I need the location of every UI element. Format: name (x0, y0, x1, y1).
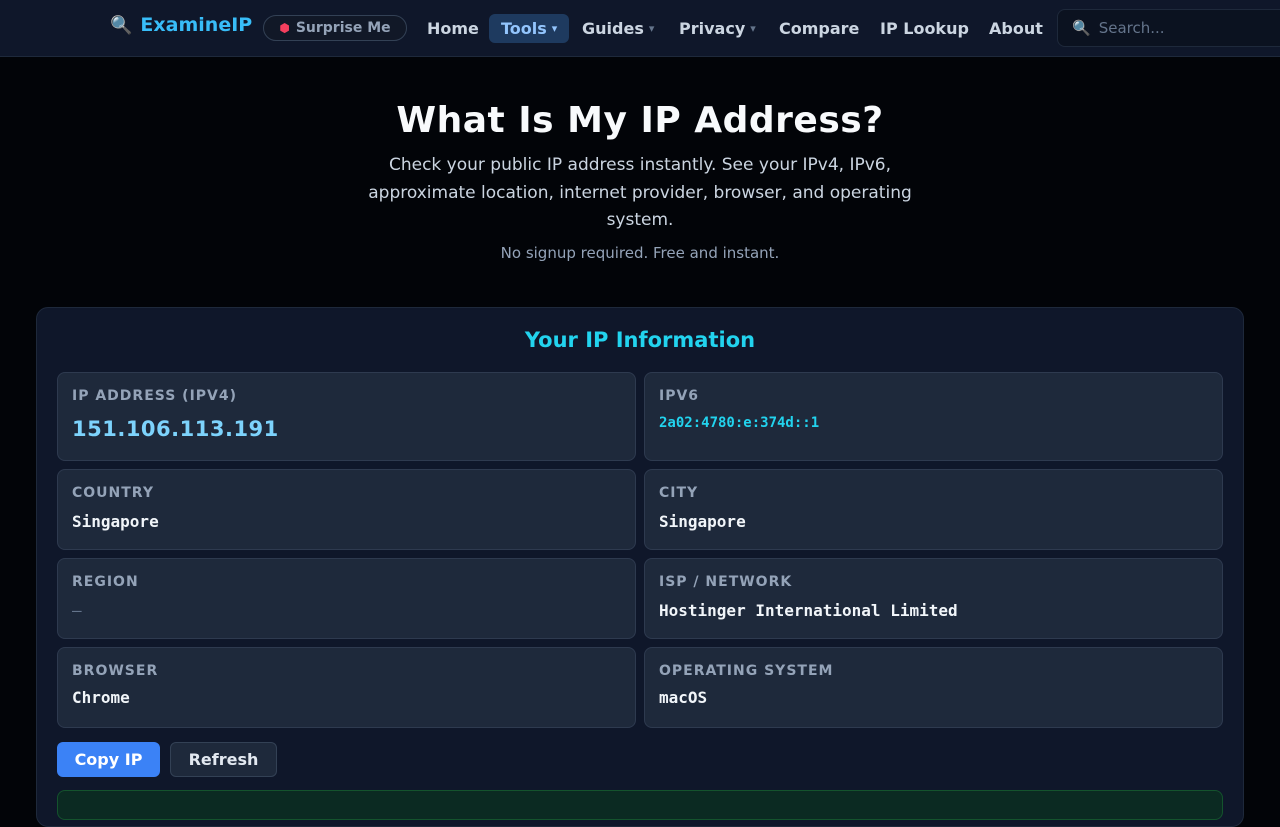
nav-compare-label: Compare (779, 19, 860, 38)
field-label: CITY (659, 485, 699, 501)
search-input[interactable] (1096, 18, 1277, 38)
page-subtitle: Check your public IP address instantly. … (368, 155, 912, 230)
region-tile: REGION — (57, 558, 636, 639)
refresh-button[interactable]: Refresh (170, 742, 277, 777)
search-icon: 🔍 (1072, 19, 1091, 37)
region-value: — (72, 601, 82, 620)
ipv6-value[interactable]: 2a02:4780:e:374d::1 (659, 415, 819, 431)
ipv4-tile: IP ADDRESS (IPV4) 151.106.113.191 (57, 372, 636, 461)
ipv6-tile: IPV6 2a02:4780:e:374d::1 (644, 372, 1223, 461)
magnifier-icon: 🔍 (110, 14, 133, 36)
surprise-me-label: Surprise Me (295, 20, 391, 36)
copy-ip-button[interactable]: Copy IP (57, 742, 160, 777)
field-label: BROWSER (72, 663, 159, 679)
isp-value: Hostinger International Limited (659, 601, 958, 620)
field-label: COUNTRY (72, 485, 154, 501)
os-tile: OPERATING SYSTEM macOS (644, 647, 1223, 728)
isp-tile: ISP / NETWORK Hostinger International Li… (644, 558, 1223, 639)
ipv4-value[interactable]: 151.106.113.191 (72, 417, 279, 441)
page-note: No signup required. Free and instant. (500, 244, 780, 262)
field-label: IP ADDRESS (IPV4) (72, 388, 238, 404)
chevron-down-icon: ▾ (551, 22, 558, 35)
nav-about-label: About (989, 19, 1043, 38)
ip-info-title: Your IP Information (524, 328, 756, 352)
nav-tools-label: Tools (501, 19, 547, 38)
browser-value: Chrome (72, 688, 130, 707)
nav-home[interactable]: Home (415, 14, 491, 43)
nav-privacy-label: Privacy (679, 19, 746, 38)
city-tile: CITY Singapore (644, 469, 1223, 550)
chevron-down-icon: ▾ (750, 22, 756, 35)
nav-ip-lookup[interactable]: IP Lookup (868, 14, 981, 43)
chevron-down-icon: ▾ (648, 22, 655, 35)
dice-icon: ⬢ (279, 21, 290, 35)
city-value: Singapore (659, 512, 746, 531)
os-value: macOS (659, 688, 708, 707)
field-label: ISP / NETWORK (659, 574, 793, 590)
search-box[interactable]: 🔍 (1057, 9, 1280, 47)
top-nav: 🔍 ExamineIP ⬢ Surprise Me Home Tools ▾ G… (0, 0, 1280, 57)
country-value: Singapore (72, 512, 159, 531)
brand-logo[interactable]: 🔍 ExamineIP (110, 14, 252, 36)
brand-name: ExamineIP (140, 14, 253, 36)
nav-guides-label: Guides (582, 19, 644, 38)
field-label: REGION (72, 574, 139, 590)
nav-compare[interactable]: Compare (767, 14, 871, 43)
nav-home-label: Home (427, 19, 479, 38)
browser-tile: BROWSER Chrome (57, 647, 636, 728)
nav-about[interactable]: About (977, 14, 1055, 43)
field-label: IPV6 (659, 388, 700, 404)
nav-guides[interactable]: Guides ▾ (570, 14, 666, 43)
status-panel (57, 790, 1223, 820)
page-title: What Is My IP Address? (396, 100, 884, 141)
country-tile: COUNTRY Singapore (57, 469, 636, 550)
nav-privacy[interactable]: Privacy ▾ (667, 14, 768, 43)
nav-ip-lookup-label: IP Lookup (880, 19, 969, 38)
field-label: OPERATING SYSTEM (659, 663, 834, 679)
nav-tools[interactable]: Tools ▾ (489, 14, 570, 43)
surprise-me-button[interactable]: ⬢ Surprise Me (263, 15, 407, 41)
